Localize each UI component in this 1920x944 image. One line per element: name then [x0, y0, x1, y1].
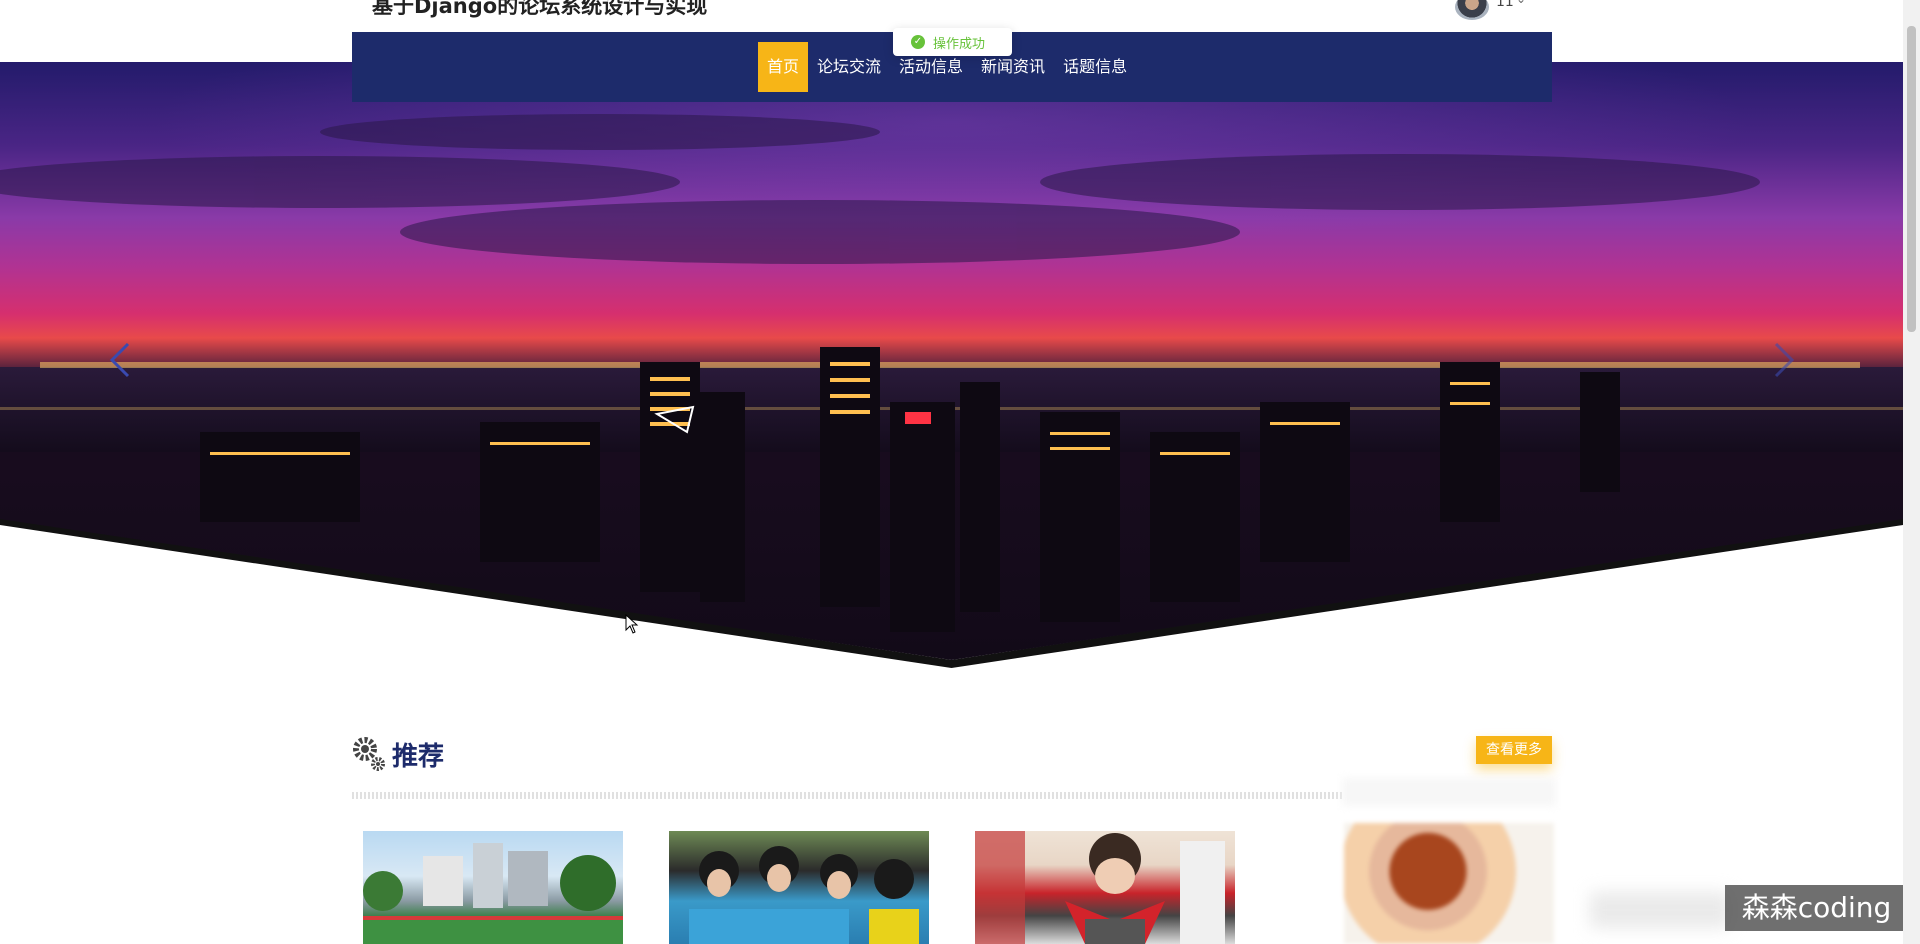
campus-image	[363, 843, 623, 944]
user-name[interactable]: 11	[1496, 0, 1514, 10]
recommend-card-image-3[interactable]	[975, 831, 1235, 944]
toast-message: 操作成功	[933, 36, 986, 52]
gear-icon	[353, 737, 385, 771]
section-title: 推荐	[392, 742, 445, 772]
carousel-prev-arrow[interactable]	[104, 340, 134, 380]
watermark-blur	[1590, 892, 1730, 928]
check-circle-icon: ✓	[911, 35, 925, 49]
carousel-next-arrow[interactable]	[1770, 340, 1800, 380]
blurred-overlay	[1342, 778, 1556, 806]
view-more-button[interactable]: 查看更多	[1476, 736, 1552, 764]
user-avatar[interactable]	[1455, 0, 1489, 20]
chevron-down-icon[interactable]: ⌄	[1516, 0, 1526, 6]
students-image	[689, 846, 919, 944]
site-title: 基于Django的论坛系统设计与实现	[372, 0, 708, 18]
nav-item-topics[interactable]: 话题信息	[1054, 42, 1136, 92]
recommend-card-image-1[interactable]	[363, 831, 623, 944]
hero-banner	[0, 62, 1903, 660]
nav-item-forum[interactable]: 论坛交流	[808, 42, 890, 92]
mouse-cursor-icon	[625, 614, 639, 634]
recommend-card-image-2[interactable]	[669, 831, 929, 944]
nav-item-home[interactable]: 首页	[758, 42, 809, 92]
page-scrollbar[interactable]	[1903, 0, 1920, 944]
scrollbar-thumb[interactable]	[1907, 26, 1916, 332]
city-skyline-image	[0, 114, 1903, 632]
success-toast: ✓ 操作成功	[893, 28, 1012, 56]
pioneers-image	[975, 831, 1225, 944]
recommend-card-image-4[interactable]	[1344, 823, 1554, 944]
watermark: 森森coding	[1725, 885, 1908, 931]
section-divider	[352, 792, 1342, 799]
